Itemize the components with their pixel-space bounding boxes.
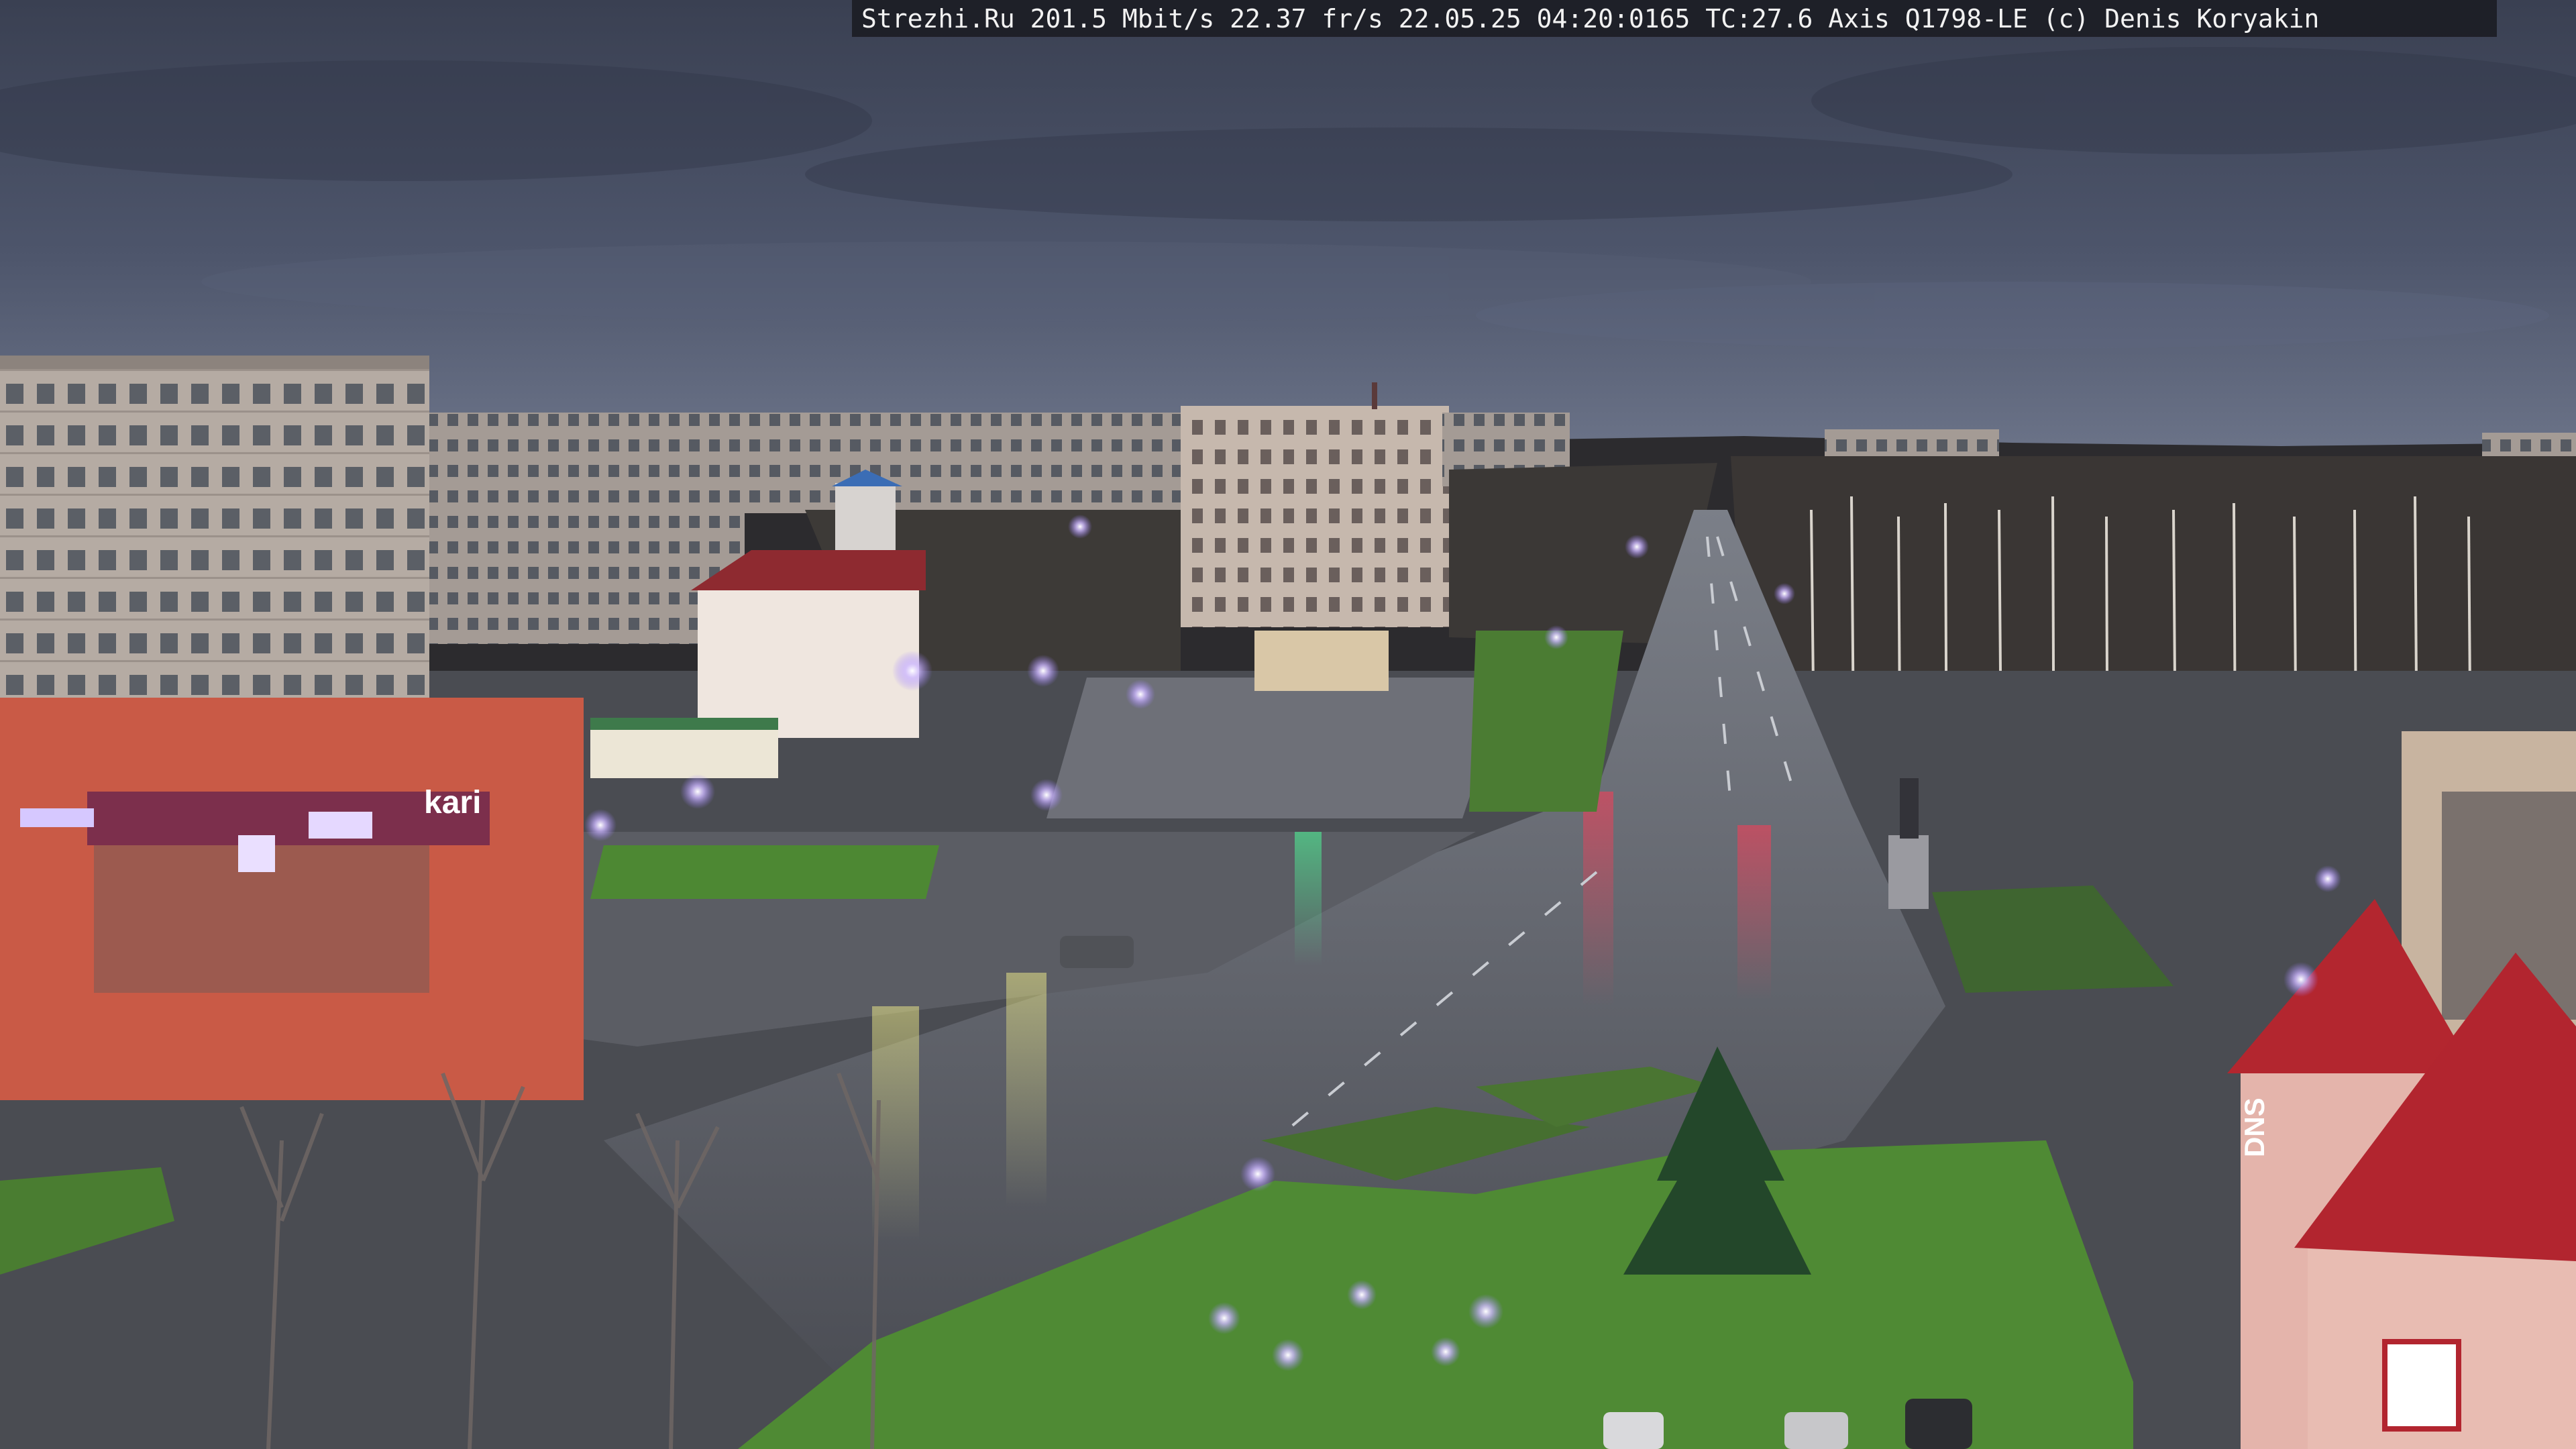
street-lamp: [680, 774, 715, 809]
antenna: [1372, 382, 1377, 409]
blue-roof-tower: [835, 483, 896, 550]
street-lamp: [892, 651, 932, 691]
camera-info-overlay: Strezhi.Ru 201.5 Mbit/s 22.37 fr/s 22.05…: [852, 0, 2497, 37]
reflection-green: [1295, 832, 1322, 966]
small-store: [590, 724, 778, 778]
sign-glow-1: [20, 808, 94, 827]
store-sign-left: kari: [424, 785, 481, 820]
sign-glow-3: [309, 812, 372, 839]
street-lamp: [1774, 583, 1795, 604]
street-lamp: [584, 809, 616, 841]
street-lamp: [1272, 1339, 1304, 1371]
street-lamp: [1431, 1337, 1460, 1366]
monument-pedestal: [1888, 835, 1929, 909]
street-lamp: [2284, 962, 2318, 997]
street-lamp: [1625, 535, 1649, 559]
street-lamp: [1068, 515, 1092, 539]
far-apartment-block: [429, 413, 1201, 513]
car: [1905, 1399, 1972, 1449]
grass-plaza: [590, 845, 939, 899]
median-grass-center: [1469, 631, 1623, 812]
street-lamp: [1027, 655, 1059, 687]
street-lamp: [1030, 779, 1063, 811]
dns-window: [2382, 1339, 2461, 1432]
red-roof-building: [698, 590, 919, 738]
street-lamp: [1126, 680, 1155, 709]
mid-building-gray: [429, 510, 745, 644]
central-tower: [1181, 406, 1449, 627]
street-lamp: [1208, 1302, 1240, 1334]
kiosk-center: [1254, 631, 1389, 691]
sign-glow-2: [238, 835, 275, 872]
reflection-yellow-2: [1006, 973, 1046, 1208]
small-store-roof: [590, 718, 778, 730]
store-sign-right: DNS: [2239, 1097, 2270, 1157]
street-lamp: [1347, 1280, 1377, 1309]
plaza: [1046, 678, 1509, 818]
webcam-frame: kari DNS: [0, 0, 2576, 1449]
car: [1060, 936, 1134, 968]
monument-statue: [1900, 778, 1919, 839]
reflection-red-2: [1737, 825, 1771, 1000]
reflection-red: [1583, 792, 1613, 1006]
camera-info-text: Strezhi.Ru 201.5 Mbit/s 22.37 fr/s 22.05…: [861, 3, 2320, 34]
car: [1603, 1412, 1664, 1449]
left-apartment-roof: [0, 356, 429, 369]
street-lamp: [2314, 865, 2341, 892]
street-lamp: [1544, 625, 1568, 649]
street-lamp: [1468, 1294, 1503, 1329]
car: [1784, 1412, 1848, 1449]
street-lamp: [1240, 1157, 1275, 1191]
